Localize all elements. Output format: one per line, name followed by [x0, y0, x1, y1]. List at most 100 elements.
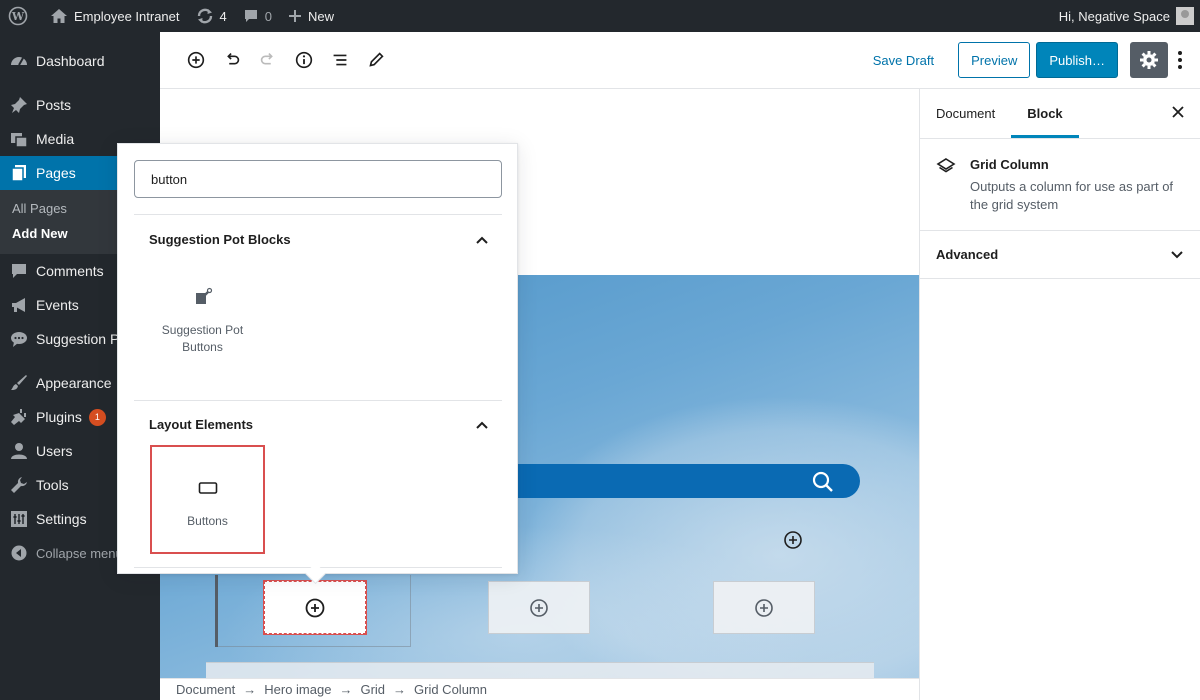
preview-button[interactable]: Preview	[958, 42, 1031, 78]
tools-edit-button[interactable]	[358, 42, 394, 78]
speech-bubble-icon	[9, 330, 29, 348]
comment-icon	[243, 8, 259, 24]
menu-label-settings: Settings	[36, 511, 87, 527]
gear-icon	[1140, 51, 1158, 69]
new-label: New	[307, 8, 334, 24]
block-inserter-popover: Suggestion Pot Blocks Suggestion Pot But…	[117, 143, 518, 574]
pin-icon	[9, 96, 29, 114]
settings-sliders-icon	[9, 510, 29, 528]
hero-search-bar[interactable]	[500, 464, 860, 498]
info-icon	[295, 51, 313, 69]
account-greeting[interactable]: Hi, Negative Space	[1059, 9, 1170, 24]
breadcrumb-grid-column[interactable]: Grid Column	[414, 682, 487, 697]
megaphone-icon	[9, 296, 29, 314]
redo-button[interactable]	[250, 42, 286, 78]
comments-link[interactable]: 0	[235, 0, 280, 32]
user-icon	[9, 442, 29, 460]
divider	[134, 567, 502, 568]
site-name-link[interactable]: Employee Intranet	[42, 0, 188, 32]
undo-button[interactable]	[214, 42, 250, 78]
block-item-suggestion-pot-buttons[interactable]: Suggestion Pot Buttons	[146, 256, 259, 363]
breadcrumb-document[interactable]: Document	[176, 682, 235, 697]
plug-icon	[9, 408, 29, 426]
block-item-label-line2: Buttons	[182, 340, 223, 354]
search-icon	[812, 471, 834, 496]
settings-toggle-button[interactable]	[1130, 42, 1168, 78]
tab-block[interactable]: Block	[1011, 89, 1079, 138]
list-icon	[333, 54, 347, 66]
block-card: Grid Column Outputs a column for use as …	[920, 139, 1200, 231]
advanced-panel-title: Advanced	[936, 247, 999, 262]
grid-column-appender[interactable]	[488, 581, 590, 634]
collapse-arrow-icon	[9, 545, 29, 561]
add-block-button[interactable]	[178, 42, 214, 78]
close-sidebar-button[interactable]	[1172, 105, 1184, 123]
panel-toggle-layout-elements[interactable]: Layout Elements	[149, 417, 489, 432]
menu-label-suggestion: Suggestion P	[36, 331, 120, 347]
advanced-panel-toggle[interactable]: Advanced	[920, 231, 1200, 279]
add-circle-icon	[530, 598, 548, 617]
block-title: Grid Column	[970, 157, 1049, 172]
menu-label-users: Users	[36, 443, 73, 459]
menu-item-posts[interactable]: Posts	[0, 88, 160, 122]
undo-icon	[227, 52, 240, 65]
edit-note-icon	[193, 286, 213, 308]
breadcrumb-grid[interactable]: Grid	[360, 682, 385, 697]
menu-item-dashboard[interactable]: Dashboard	[0, 44, 160, 78]
home-icon	[50, 8, 68, 24]
more-menu-button[interactable]	[1168, 50, 1192, 70]
close-icon	[1172, 106, 1184, 118]
menu-label-pages: Pages	[36, 165, 76, 181]
svg-text:W: W	[11, 10, 25, 23]
panel-toggle-suggestion-pot-blocks[interactable]: Suggestion Pot Blocks	[149, 232, 489, 247]
paintbrush-icon	[9, 374, 29, 392]
block-appender-strip[interactable]	[206, 662, 874, 678]
block-item-buttons[interactable]: Buttons	[150, 445, 265, 554]
settings-sidebar: Document Block Grid Column Outputs a col…	[919, 89, 1200, 700]
menu-label-plugins: Plugins	[36, 409, 82, 425]
block-navigation-button[interactable]	[322, 42, 358, 78]
new-content-link[interactable]: New	[280, 0, 342, 32]
block-description: Outputs a column for use as part of the …	[970, 179, 1174, 212]
publish-button[interactable]: Publish…	[1036, 42, 1118, 78]
menu-label-comments: Comments	[36, 263, 104, 279]
breadcrumb-hero-image[interactable]: Hero image	[264, 682, 331, 697]
site-name: Employee Intranet	[74, 8, 180, 24]
sidebar-tabs: Document Block	[920, 89, 1200, 139]
add-block-inline-button[interactable]	[783, 530, 803, 553]
wordpress-logo-button[interactable]: W	[0, 0, 42, 32]
grid-column-appender-selected[interactable]	[263, 580, 367, 635]
menu-label-media: Media	[36, 131, 75, 147]
plugins-update-badge: 1	[88, 408, 106, 426]
pencil-icon	[369, 52, 384, 67]
more-vertical-icon	[1178, 51, 1182, 69]
comment-icon	[9, 262, 29, 280]
tab-document[interactable]: Document	[920, 89, 1011, 138]
chevron-up-icon	[476, 236, 488, 244]
section-title-suggestion-pot-blocks: Suggestion Pot Blocks	[149, 232, 291, 247]
comments-count: 0	[264, 8, 272, 24]
redo-icon	[260, 52, 273, 65]
add-circle-icon	[305, 598, 325, 617]
menu-label-posts: Posts	[36, 97, 72, 113]
pages-icon	[9, 164, 29, 182]
block-item-label: Buttons	[187, 514, 228, 528]
avatar[interactable]	[1176, 7, 1194, 25]
media-icon	[9, 130, 29, 148]
chevron-up-icon	[476, 421, 488, 429]
section-title-layout-elements: Layout Elements	[149, 417, 254, 432]
button-rectangle-icon	[198, 477, 218, 499]
menu-label-appearance: Appearance	[36, 375, 112, 391]
chevron-down-icon	[1171, 250, 1183, 258]
wordpress-icon: W	[8, 6, 28, 26]
add-circle-icon	[755, 598, 773, 617]
admin-bar: W Employee Intranet 4 0 New Hi, Negative…	[0, 0, 1200, 32]
updates-icon	[196, 7, 214, 25]
save-draft-button[interactable]: Save Draft	[873, 53, 934, 68]
layers-icon	[936, 157, 956, 214]
editor-header-toolbar: Save Draft Preview Publish…	[160, 32, 1200, 89]
content-info-button[interactable]	[286, 42, 322, 78]
grid-column-appender[interactable]	[713, 581, 815, 634]
updates-link[interactable]: 4	[188, 0, 235, 32]
block-search-input[interactable]	[134, 160, 502, 198]
